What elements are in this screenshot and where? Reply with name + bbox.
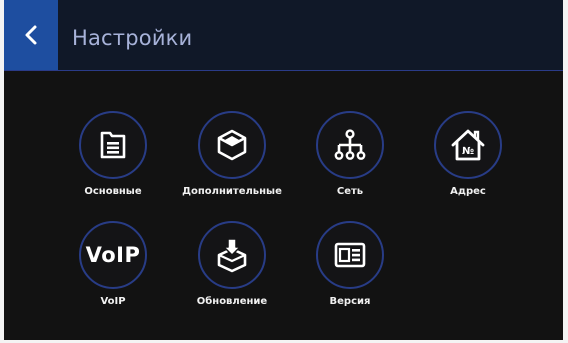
menu-item-basic[interactable]: Основные [55, 111, 173, 221]
menu-item-advanced[interactable]: Дополнительные [174, 111, 292, 221]
id-card-icon [334, 242, 366, 268]
menu-item-voip-label: VoIP [100, 296, 126, 307]
page-title: Настройки [72, 26, 193, 50]
voip-text-icon: VoIP [85, 243, 141, 267]
box-icon [217, 129, 247, 161]
svg-text:№: № [462, 146, 474, 157]
document-icon [100, 131, 126, 159]
settings-screen: Настройки Основные Дополнительные Сеть №… [4, 0, 563, 340]
menu-item-update-label: Обновление [196, 296, 268, 307]
menu-item-version[interactable]: Версия [292, 221, 410, 331]
house-number-icon: № [451, 129, 485, 161]
menu-item-voip-circle[interactable]: VoIP [79, 221, 147, 289]
menu-item-basic-label: Основные [84, 186, 142, 197]
menu-item-basic-circle[interactable] [79, 111, 147, 179]
update-box-icon [217, 238, 247, 273]
menu-item-advanced-circle[interactable] [198, 111, 266, 179]
header-bar: Настройки [4, 0, 563, 71]
menu-item-update[interactable]: Обновление [174, 221, 292, 331]
menu-item-version-label: Версия [329, 296, 371, 307]
menu-item-version-circle[interactable] [316, 221, 384, 289]
menu-item-network-circle[interactable] [316, 111, 384, 179]
menu-item-address[interactable]: № Адрес [410, 111, 528, 221]
menu-item-network[interactable]: Сеть [292, 111, 410, 221]
menu-item-voip[interactable]: VoIP VoIP [55, 221, 173, 331]
menu-item-update-circle[interactable] [198, 221, 266, 289]
menu-item-address-circle[interactable]: № [434, 111, 502, 179]
menu-item-address-label: Адрес [450, 186, 486, 197]
menu-item-network-label: Сеть [336, 186, 364, 197]
back-button[interactable] [4, 0, 58, 70]
network-icon [334, 129, 366, 160]
chevron-left-icon [25, 25, 37, 45]
menu-item-advanced-label: Дополнительные [182, 186, 282, 197]
